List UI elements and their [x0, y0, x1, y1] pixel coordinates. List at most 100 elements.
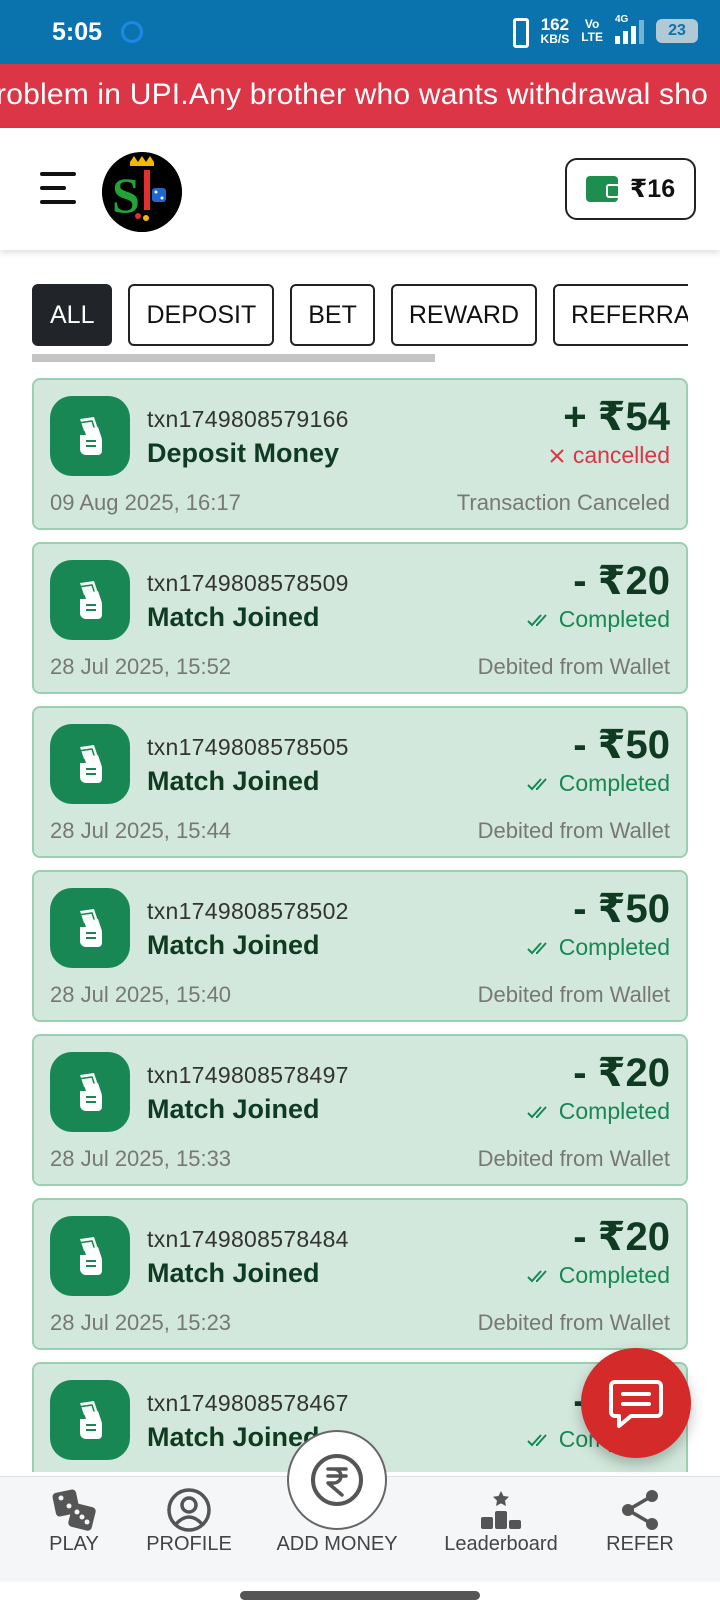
status-label: Completed: [558, 606, 670, 632]
podium-icon: [481, 1491, 521, 1529]
nav-label: PLAY: [49, 1533, 99, 1555]
sl-logo-icon[interactable]: S: [102, 152, 182, 232]
tabs-scrollbar[interactable]: [32, 354, 435, 362]
nav-label: Leaderboard: [444, 1533, 558, 1555]
money-icon: [50, 1216, 130, 1296]
transaction-note: Debited from Wallet: [477, 818, 670, 843]
chat-icon: [609, 1380, 663, 1428]
close-icon: [550, 448, 564, 463]
share-icon: [622, 1490, 658, 1530]
wallet-amount: ₹16: [629, 175, 676, 203]
nav-profile[interactable]: PROFILE: [139, 1477, 239, 1583]
status-time: 5:05: [52, 18, 103, 46]
double-check-icon: [527, 1269, 547, 1282]
status-label: Completed: [558, 1262, 670, 1288]
transaction-card[interactable]: txn1749808578484 Match Joined - ₹20 Complet…: [32, 1198, 688, 1350]
transaction-amount: - ₹20: [573, 1051, 670, 1095]
transaction-card[interactable]: txn1749808578502 Match Joined - ₹50 Complet…: [32, 870, 688, 1022]
transaction-title: Match Joined: [147, 766, 320, 796]
rupee-circle-icon: [311, 1454, 363, 1506]
money-icon: [50, 396, 130, 476]
transaction-title: Deposit Money: [147, 438, 340, 468]
transaction-id: txn1749808578509: [147, 570, 349, 596]
transaction-list[interactable]: txn1749808579166 Deposit Money + ₹54 cancel…: [32, 378, 688, 1472]
tab-deposit[interactable]: DEPOSIT: [128, 284, 275, 346]
hamburger-menu-icon[interactable]: [40, 172, 76, 204]
tab-referra[interactable]: REFERRA: [553, 284, 688, 346]
nav-refer[interactable]: REFER: [590, 1477, 690, 1583]
wallet-balance-button[interactable]: ₹16: [565, 158, 696, 220]
transaction-amount: - ₹20: [573, 559, 670, 603]
speed-unit: KB/S: [540, 32, 570, 46]
tab-reward[interactable]: REWARD: [390, 284, 538, 346]
transaction-title: Match Joined: [147, 602, 320, 632]
wallet-icon: [585, 176, 620, 202]
transaction-filter-tabs: ALL DEPOSIT BET REWARD REFERRA: [32, 284, 688, 346]
transaction-date: 28 Jul 2025, 15:52: [50, 654, 232, 679]
transaction-status: Completed: [527, 1098, 670, 1125]
money-icon: [50, 888, 130, 968]
transaction-note: Debited from Wallet: [477, 982, 670, 1007]
transaction-status: Completed: [527, 934, 670, 961]
battery-icon: 23: [656, 19, 698, 43]
nav-leaderboard[interactable]: Leaderboard: [440, 1477, 562, 1583]
tab-bet[interactable]: BET: [290, 284, 375, 346]
transaction-card[interactable]: txn1749808578509 Match Joined - ₹20 Complet…: [32, 542, 688, 694]
speed-value: 162: [540, 15, 570, 34]
user-circle-icon: [167, 1488, 211, 1532]
dice-icon: [52, 1489, 96, 1531]
signal-icon: 4G: [615, 14, 644, 44]
transaction-status: cancelled: [549, 442, 670, 469]
transaction-id: txn1749808578502: [147, 898, 349, 924]
transaction-card[interactable]: txn1749808579166 Deposit Money + ₹54 cancel…: [32, 378, 688, 530]
app-header: S ₹16: [0, 128, 720, 250]
nav-play[interactable]: PLAY: [24, 1477, 124, 1583]
money-icon: [50, 560, 130, 640]
announcement-marquee: roblem in UPI.Any brother who wants with…: [0, 64, 720, 128]
transaction-title: Match Joined: [147, 1094, 320, 1124]
status-label: Completed: [558, 770, 670, 796]
tab-all[interactable]: ALL: [32, 284, 113, 346]
double-check-icon: [527, 941, 547, 954]
transaction-amount: + ₹54: [563, 395, 670, 439]
status-icons: 162 KB/S Vo LTE 4G 23: [507, 14, 698, 48]
transaction-note: Debited from Wallet: [477, 1146, 670, 1171]
transaction-amount: - ₹50: [573, 887, 670, 931]
transaction-date: 09 Aug 2025, 16:17: [50, 490, 241, 515]
double-check-icon: [527, 1433, 547, 1446]
status-bar: 5:05 162 KB/S Vo LTE 4G 23: [0, 0, 720, 64]
nav-label: PROFILE: [146, 1533, 232, 1555]
status-label: cancelled: [572, 442, 670, 468]
transaction-title: Match Joined: [147, 1258, 320, 1288]
transaction-id: txn1749808578505: [147, 734, 349, 760]
announcement-text: roblem in UPI.Any brother who wants with…: [0, 78, 708, 111]
nav-label: REFER: [606, 1533, 674, 1555]
transaction-amount: - ₹50: [573, 723, 670, 767]
network-type: 4G: [615, 14, 629, 25]
add-money-button[interactable]: [287, 1430, 387, 1530]
transaction-card[interactable]: txn1749808578505 Match Joined - ₹50 Complet…: [32, 706, 688, 858]
transaction-card[interactable]: txn1749808578497 Match Joined - ₹20 Complet…: [32, 1034, 688, 1186]
transaction-amount: - ₹20: [573, 1215, 670, 1259]
double-check-icon: [527, 613, 547, 626]
transaction-date: 28 Jul 2025, 15:40: [50, 982, 232, 1007]
nav-label: ADD MONEY: [276, 1533, 398, 1555]
chat-support-button[interactable]: [581, 1348, 691, 1458]
transaction-title: Match Joined: [147, 1422, 320, 1452]
volte-indicator: Vo LTE: [581, 18, 603, 44]
transaction-title: Match Joined: [147, 930, 320, 960]
status-label: Completed: [558, 934, 670, 960]
transaction-id: txn1749808578497: [147, 1062, 349, 1088]
money-icon: [50, 1380, 130, 1460]
double-check-icon: [527, 777, 547, 790]
transaction-id: txn1749808579166: [147, 406, 349, 432]
gesture-handle[interactable]: [240, 1591, 480, 1600]
volte-bottom: LTE: [581, 30, 603, 44]
money-icon: [50, 1052, 130, 1132]
transaction-note: Transaction Canceled: [456, 490, 670, 515]
transaction-note: Debited from Wallet: [477, 654, 670, 679]
transaction-status: Completed: [527, 770, 670, 797]
transaction-status: Completed: [527, 606, 670, 633]
status-label: Completed: [558, 1098, 670, 1124]
transaction-date: 28 Jul 2025, 15:44: [50, 818, 232, 843]
